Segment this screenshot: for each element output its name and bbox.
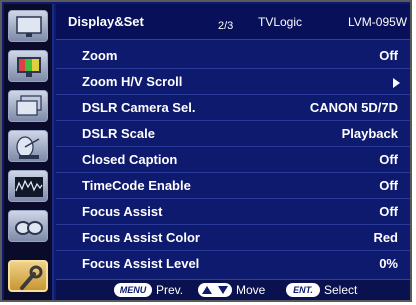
menu-item-zoom-scroll[interactable]: Zoom H/V Scroll	[56, 70, 410, 95]
menu-item-label: Closed Caption	[82, 152, 178, 167]
hint-move-label: Move	[236, 283, 266, 297]
hint-move: Move	[198, 282, 278, 298]
color-monitor-icon	[17, 57, 41, 77]
menu-item-value: Red	[373, 230, 398, 245]
layered-monitor-icon	[16, 95, 42, 116]
enter-key-icon: ENT.	[286, 283, 320, 297]
page-indicator: 2/3	[218, 20, 234, 32]
monitor-icon	[16, 16, 42, 37]
menu-key-icon: MENU	[114, 283, 152, 297]
header-bar: Display&Set 2/3 TVLogic LVM-095W	[56, 4, 410, 40]
satellite-dish-icon	[16, 136, 40, 159]
menu-item-value: Off	[379, 178, 398, 193]
glasses-icon	[15, 221, 43, 235]
menu-item-value: CANON 5D/7D	[309, 100, 398, 115]
menu-item-value: Off	[379, 204, 398, 219]
menu-item-focus-assist-color[interactable]: Focus Assist Color Red	[56, 226, 410, 251]
menu-item-label: Focus Assist Level	[82, 256, 200, 271]
button-hints: MENU Prev. Move ENT. Select	[56, 279, 410, 300]
sidebar	[4, 4, 54, 300]
settings-menu: Zoom Off Zoom H/V Scroll DSLR Camera Sel…	[56, 42, 410, 278]
osd-screen: Display&Set 2/3 TVLogic LVM-095W Zoom Of…	[0, 0, 412, 302]
menu-item-label: Zoom	[82, 48, 118, 63]
menu-item-zoom[interactable]: Zoom Off	[56, 44, 410, 69]
up-down-key-icon	[198, 283, 232, 297]
model-name: LVM-095W	[348, 15, 408, 29]
menu-item-closed-caption[interactable]: Closed Caption Off	[56, 148, 410, 173]
menu-item-value: Off	[379, 152, 398, 167]
wrench-icon	[20, 265, 43, 290]
sidebar-item-waveform[interactable]	[8, 170, 48, 202]
menu-item-dslr-scale[interactable]: DSLR Scale Playback	[56, 122, 410, 147]
sidebar-item-input[interactable]	[8, 130, 48, 162]
menu-item-label: Focus Assist	[82, 204, 163, 219]
waveform-icon	[15, 177, 43, 197]
menu-item-label: DSLR Camera Sel.	[82, 100, 196, 115]
hint-select: ENT. Select	[286, 282, 386, 298]
menu-item-dslr-camera[interactable]: DSLR Camera Sel. CANON 5D/7D	[56, 96, 410, 121]
menu-item-label: TimeCode Enable	[82, 178, 191, 193]
menu-item-focus-assist-level[interactable]: Focus Assist Level 0%	[56, 252, 410, 277]
menu-item-value: Playback	[341, 126, 398, 141]
hint-prev: MENU Prev.	[114, 282, 204, 298]
sidebar-item-display[interactable]	[8, 10, 48, 42]
brand-name: TVLogic	[258, 15, 303, 29]
menu-item-label: Focus Assist Color	[82, 230, 200, 245]
menu-item-focus-assist[interactable]: Focus Assist Off	[56, 200, 410, 225]
menu-item-label: DSLR Scale	[82, 126, 155, 141]
menu-item-value: Off	[379, 48, 398, 63]
page-title: Display&Set	[68, 14, 144, 29]
menu-item-timecode[interactable]: TimeCode Enable Off	[56, 174, 410, 199]
sidebar-item-color[interactable]	[8, 50, 48, 82]
hint-select-label: Select	[324, 283, 358, 297]
sidebar-item-layer[interactable]	[8, 90, 48, 122]
menu-item-value: 0%	[379, 256, 398, 271]
sidebar-item-3d[interactable]	[8, 210, 48, 242]
submenu-arrow-icon	[393, 78, 400, 88]
sidebar-item-setup[interactable]	[8, 260, 48, 292]
hint-prev-label: Prev.	[156, 283, 184, 297]
menu-item-label: Zoom H/V Scroll	[82, 74, 183, 89]
